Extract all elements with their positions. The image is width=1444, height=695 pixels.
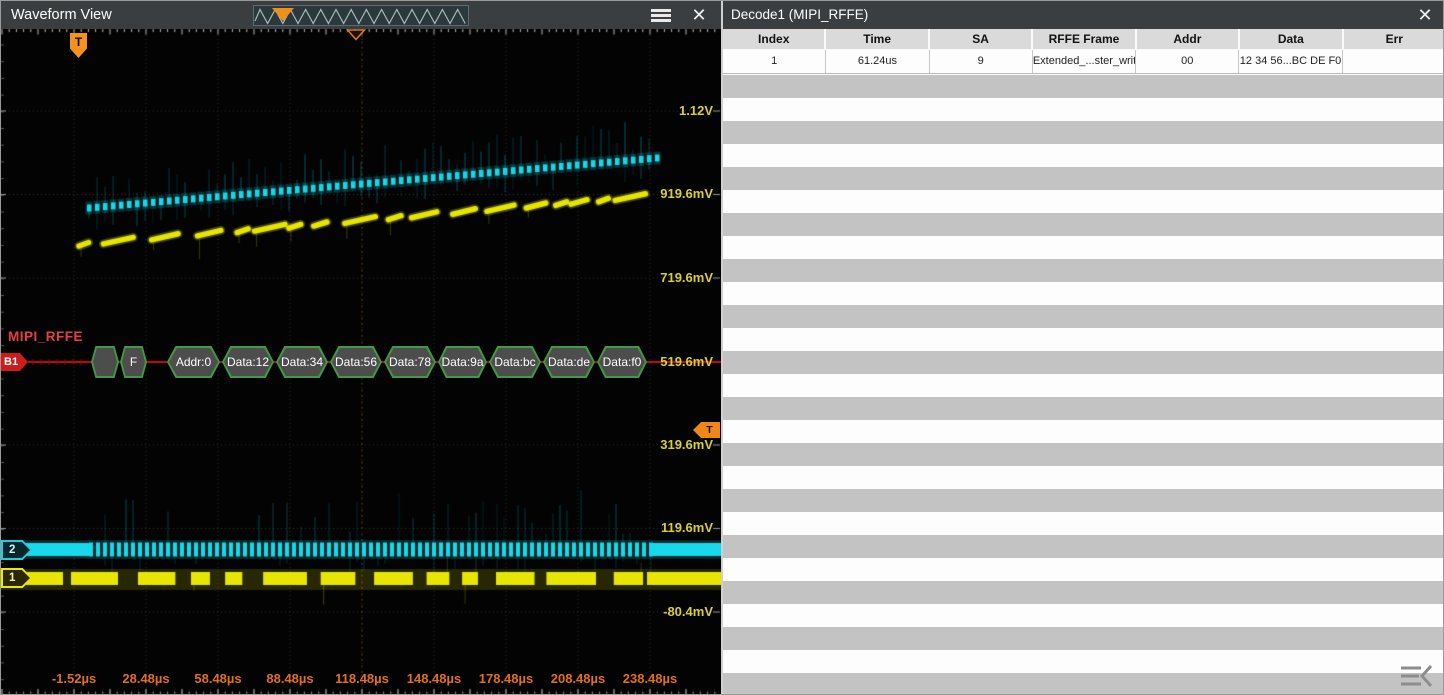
decode-titlebar: Decode1 (MIPI_RFFE) ✕ (723, 1, 1444, 29)
hamburger-menu-icon[interactable] (651, 9, 671, 22)
col-rffe-frame: RFFE Frame (1033, 29, 1136, 49)
time-axis-label: 238.48µs (623, 671, 677, 686)
decode-frame: Data:12 (222, 346, 274, 378)
decode-frame: Data:f0 (597, 346, 647, 378)
decode-frame: Addr:0 (167, 346, 220, 378)
col-err: Err (1344, 29, 1444, 49)
decode-table-row[interactable]: 1 61.24us 9 Extended_...ster_write 00 12… (723, 50, 1444, 74)
decode-frame: F (120, 346, 147, 378)
col-time: Time (826, 29, 929, 49)
waveform-view-panel: Waveform View ✕ T 1.12V919.6mV719.6mV519… (1, 1, 721, 695)
cell-sa: 9 (930, 50, 1033, 73)
decode-frame: Data:56 (330, 346, 382, 378)
time-axis-label: 148.48µs (407, 671, 461, 686)
voltage-axis-label: 1.12V (679, 103, 713, 118)
decode-frame (91, 346, 119, 378)
cell-rffe-frame: Extended_...ster_write (1033, 50, 1136, 73)
col-addr: Addr (1137, 29, 1240, 49)
time-axis-label: -1.52µs (52, 671, 96, 686)
trigger-position-icon[interactable] (346, 29, 366, 41)
cell-err (1343, 50, 1444, 73)
decode-results-panel: Decode1 (MIPI_RFFE) ✕ Index Time SA RFFE… (721, 1, 1444, 695)
time-axis-label: 178.48µs (479, 671, 533, 686)
waveform-close-icon[interactable]: ✕ (687, 2, 711, 28)
waveform-titlebar: Waveform View ✕ (1, 1, 721, 29)
voltage-axis-label: 719.6mV (660, 270, 713, 285)
decode-frame: Data:bc (489, 346, 541, 378)
time-axis-label: 118.48µs (335, 671, 389, 686)
waveform-view-title: Waveform View (11, 1, 112, 29)
time-axis-label: 88.48µs (266, 671, 313, 686)
voltage-axis-label: 919.6mV (660, 186, 713, 201)
decode-table-empty-rows (723, 75, 1444, 695)
cell-index: 1 (723, 50, 826, 73)
col-data: Data (1240, 29, 1343, 49)
time-axis-label: 28.48µs (122, 671, 169, 686)
voltage-axis-label: 119.6mV (661, 520, 713, 535)
decode-frame: Data:78 (384, 346, 436, 378)
scroll-follow-icon[interactable] (1397, 662, 1435, 690)
cell-data: 12 34 56...BC DE F0 (1239, 50, 1342, 73)
voltage-axis-label: 519.6mV (660, 354, 713, 369)
decode-frame: Data:9a (438, 346, 487, 378)
decode-title: Decode1 (MIPI_RFFE) (731, 1, 868, 29)
overview-trigger-marker-icon[interactable] (272, 8, 294, 21)
voltage-axis-label: 319.6mV (660, 437, 713, 452)
cell-time: 61.24us (826, 50, 929, 73)
decode-table-header: Index Time SA RFFE Frame Addr Data Err (723, 29, 1444, 50)
bus-name-label: MIPI_RFFE (8, 329, 83, 344)
col-sa: SA (930, 29, 1033, 49)
oscilloscope-screen: Waveform View ✕ T 1.12V919.6mV719.6mV519… (0, 0, 1444, 695)
voltage-axis-label: -80.4mV (663, 604, 713, 619)
col-index: Index (723, 29, 826, 49)
cell-addr: 00 (1136, 50, 1239, 73)
decode-frame: Data:34 (276, 346, 328, 378)
time-axis-label: 208.48µs (551, 671, 605, 686)
timebase-overview[interactable] (253, 5, 469, 26)
decode-close-icon[interactable]: ✕ (1413, 2, 1437, 28)
time-axis-label: 58.48µs (194, 671, 241, 686)
decode-frame: Data:de (543, 346, 595, 378)
